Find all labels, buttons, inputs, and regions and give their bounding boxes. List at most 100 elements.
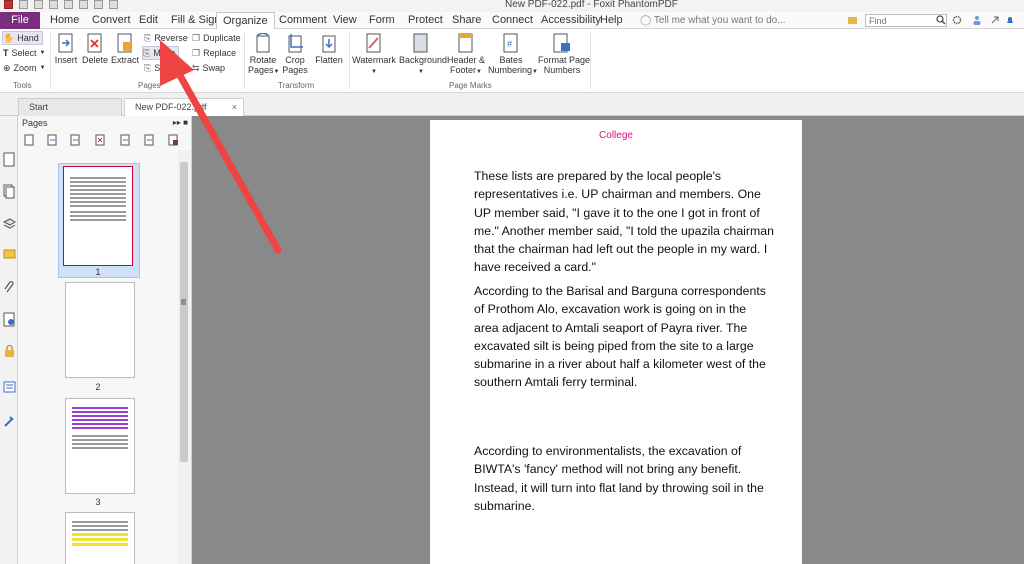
- tab-connect[interactable]: Connect: [492, 12, 533, 29]
- delete-page-icon[interactable]: [95, 134, 106, 146]
- background-button[interactable]: Background ▼: [399, 33, 447, 77]
- select-button[interactable]: T Select ▼: [3, 46, 45, 60]
- tab-home[interactable]: Home: [50, 12, 79, 29]
- tab-organize[interactable]: Organize: [216, 12, 275, 29]
- hand-label: Hand: [17, 33, 39, 43]
- extract-button[interactable]: Extract: [111, 33, 139, 65]
- zoom-label: Zoom: [13, 63, 37, 73]
- background-icon: [413, 33, 428, 53]
- extract-label: Extract: [111, 55, 140, 65]
- content-icon[interactable]: [3, 380, 16, 395]
- user-icon[interactable]: [972, 15, 982, 25]
- insert-button[interactable]: Insert: [54, 33, 78, 65]
- tab-comment[interactable]: Comment: [279, 12, 327, 29]
- tab-protect[interactable]: Protect: [408, 12, 443, 29]
- split-icon: ⎘: [144, 63, 152, 73]
- tools-icon[interactable]: [3, 414, 16, 429]
- tab-file[interactable]: File: [0, 12, 40, 29]
- scrollbar-thumb[interactable]: [180, 162, 188, 462]
- tab-form[interactable]: Form: [369, 12, 395, 29]
- bell-icon[interactable]: [1005, 15, 1015, 25]
- flatten-button[interactable]: Flatten: [314, 33, 344, 65]
- hand-button[interactable]: ✋ Hand: [2, 31, 43, 45]
- tab-convert[interactable]: Convert: [92, 12, 131, 29]
- duplicate-button[interactable]: ❐ Duplicate: [192, 31, 241, 45]
- bates-icon: #: [503, 33, 518, 53]
- gear-icon[interactable]: [952, 15, 962, 25]
- rotate-page-icon[interactable]: [120, 134, 131, 146]
- replace-label: Replace: [203, 48, 237, 58]
- group-divider: [50, 33, 51, 89]
- bates-numbering-button[interactable]: # Bates Numbering▼: [488, 33, 538, 77]
- save-icon[interactable]: [34, 0, 43, 9]
- tab-fill-sign[interactable]: Fill & Sign: [171, 12, 221, 29]
- delete-label: Delete: [82, 55, 109, 65]
- attachment-icon[interactable]: [3, 280, 16, 295]
- document-canvas[interactable]: College These lists are prepared by the …: [192, 116, 1024, 564]
- bookmark-icon[interactable]: [3, 152, 16, 167]
- tell-me-text: Tell me what you want to do...: [653, 15, 786, 26]
- tab-share[interactable]: Share: [452, 12, 481, 29]
- tab-help[interactable]: Help: [600, 12, 623, 29]
- search-input[interactable]: [865, 14, 947, 27]
- zoom-button[interactable]: ⊕ Zoom ▼: [3, 61, 46, 75]
- format-page-numbers-button[interactable]: Format Page Numbers: [538, 33, 590, 75]
- page-options-icon[interactable]: [24, 134, 35, 146]
- title-bar: New PDF-022.pdf - Foxit PhantomPDF: [0, 0, 1024, 12]
- tell-me-box[interactable]: ◯ Tell me what you want to do...: [640, 12, 786, 29]
- crop-pages-button[interactable]: Crop Pages: [282, 33, 308, 75]
- insert-page-icon[interactable]: [47, 134, 58, 146]
- page-thumbnail-1[interactable]: [63, 166, 133, 266]
- tab-edit[interactable]: Edit: [139, 12, 158, 29]
- print-icon[interactable]: [49, 0, 58, 9]
- open-icon[interactable]: [19, 0, 28, 9]
- lightbulb-icon: ◯: [640, 15, 652, 26]
- doc-tab-label: New PDF-022.pdf: [135, 102, 207, 112]
- redo-icon[interactable]: [94, 0, 103, 9]
- panel-controls[interactable]: ▸▸ ■: [173, 116, 188, 130]
- close-icon[interactable]: ×: [232, 99, 237, 116]
- page-thumbnail-4[interactable]: [65, 512, 135, 564]
- page-thumbnail-3[interactable]: [65, 398, 135, 494]
- hand-qa-icon[interactable]: [109, 0, 118, 9]
- split-button[interactable]: ⎘ Split: [144, 61, 172, 75]
- delete-button[interactable]: Delete: [82, 33, 108, 65]
- tab-accessibility[interactable]: Accessibility: [541, 12, 601, 29]
- doc-tab-start[interactable]: Start: [18, 98, 122, 116]
- replace-button[interactable]: ❐ Replace: [192, 46, 236, 60]
- search-icon[interactable]: [936, 15, 946, 25]
- insert-page-icon: [58, 33, 73, 53]
- undo-icon[interactable]: [79, 0, 88, 9]
- header-footer-icon: [458, 33, 473, 53]
- move-button[interactable]: ⎘ Move: [142, 46, 180, 60]
- swap-button[interactable]: ⇆ Swap: [192, 61, 225, 75]
- header-footer-button[interactable]: Header & Footer▼: [447, 33, 485, 77]
- pdf-page[interactable]: College These lists are prepared by the …: [430, 120, 802, 564]
- pages-icon[interactable]: [3, 184, 16, 199]
- rotate-pages-button[interactable]: Rotate Pages▼: [248, 33, 279, 77]
- folder-search-icon[interactable]: [848, 15, 858, 25]
- tab-view[interactable]: View: [333, 12, 357, 29]
- hand-icon: ✋: [3, 33, 15, 43]
- watermark-icon: [366, 33, 381, 53]
- doc-tab-current[interactable]: New PDF-022.pdf ×: [124, 98, 244, 116]
- header-footer-label-2: Footer: [450, 65, 477, 75]
- thumbnails-scrollbar[interactable]: [178, 150, 190, 564]
- layers-icon[interactable]: [3, 216, 16, 231]
- reverse-label: Reverse: [154, 33, 188, 43]
- arrow-icon[interactable]: [990, 15, 1000, 25]
- watermark-button[interactable]: Watermark ▼: [352, 33, 396, 77]
- splitter-grip-icon[interactable]: [180, 297, 187, 307]
- reverse-button[interactable]: ⎘ Reverse: [144, 31, 188, 45]
- pages-panel: Pages ▸▸ ■ 1 2 3: [18, 116, 192, 564]
- crop-page-icon[interactable]: [144, 134, 155, 146]
- extract-page-icon[interactable]: [70, 134, 81, 146]
- bates-label-1: Bates: [499, 55, 523, 65]
- page-thumbnail-2[interactable]: [65, 282, 135, 378]
- lock-icon[interactable]: [3, 344, 16, 359]
- chevron-down-icon: ▼: [476, 69, 482, 75]
- comment-icon[interactable]: [3, 248, 16, 263]
- signature-icon[interactable]: [3, 312, 16, 327]
- page-mark-icon[interactable]: [168, 134, 179, 146]
- new-icon[interactable]: [64, 0, 73, 9]
